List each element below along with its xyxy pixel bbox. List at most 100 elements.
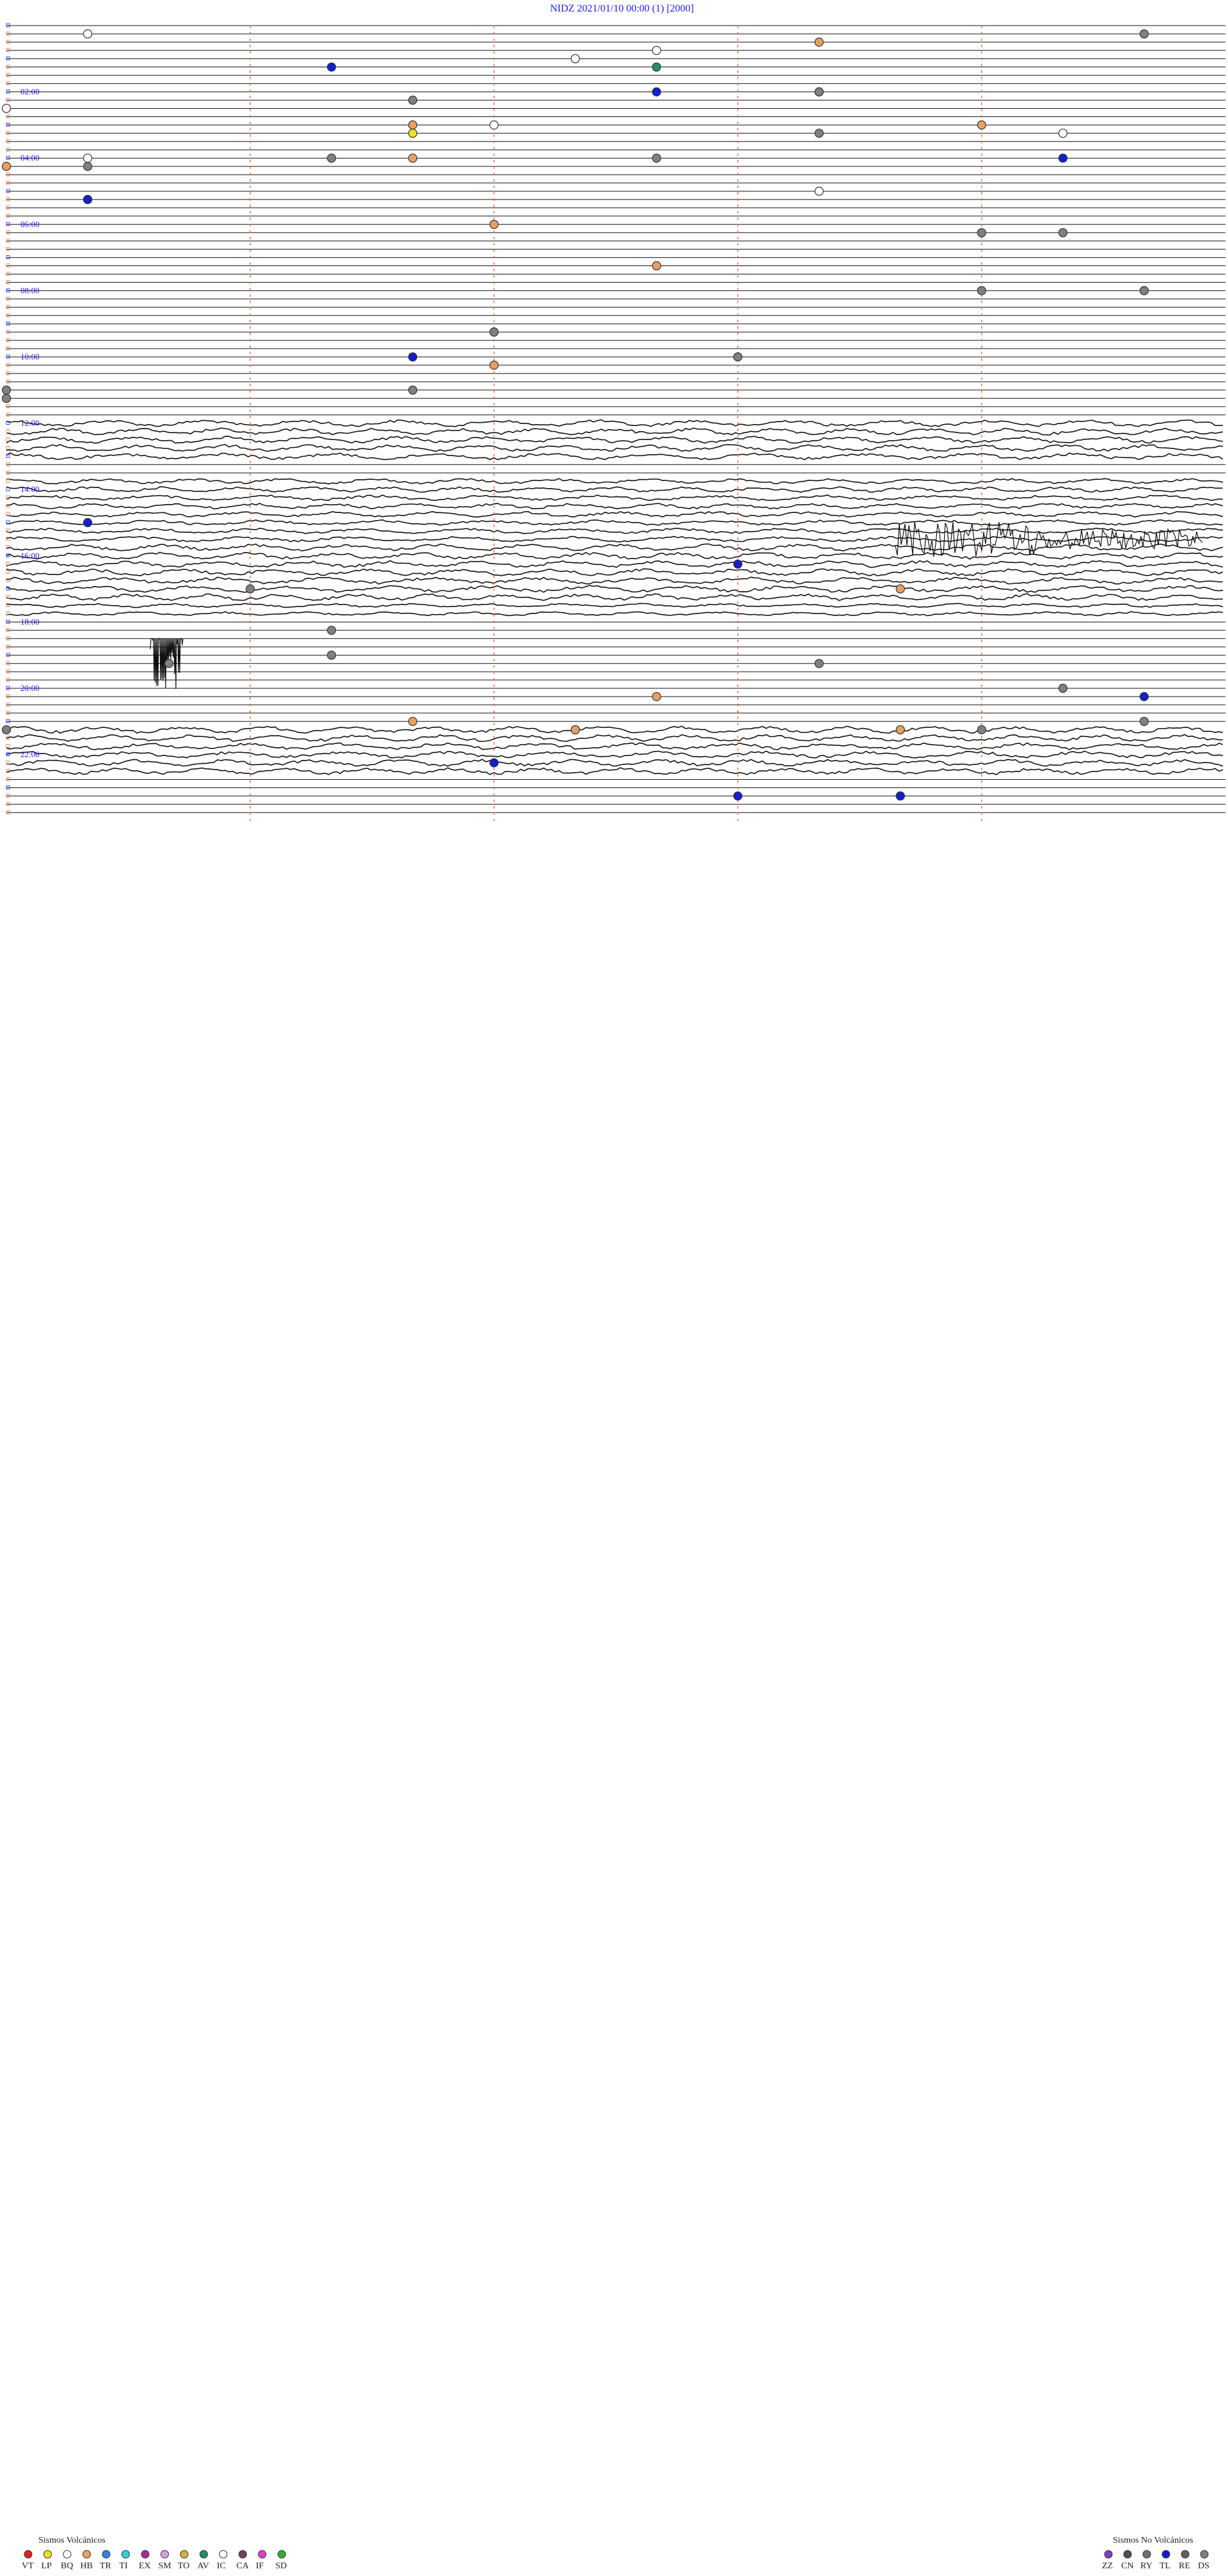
legend-nonvolcanic-title: Sismos No Volcánicos xyxy=(1113,2536,1193,2545)
event-marker-ds xyxy=(327,154,336,163)
event-marker-ds xyxy=(408,95,418,105)
trace-row-63 xyxy=(6,543,1224,552)
trace-row-58 xyxy=(6,502,1224,510)
legend-dot-sd xyxy=(278,2550,286,2559)
legend-code-sd: SD xyxy=(276,2561,287,2571)
event-marker-ds xyxy=(733,352,743,362)
legend-dot-vt xyxy=(24,2550,33,2559)
event-marker-ds xyxy=(1058,683,1068,693)
time-label: 12:00 xyxy=(20,418,40,428)
event-marker-hb xyxy=(652,261,661,271)
event-marker-ic xyxy=(1,104,12,113)
row-tick-49 xyxy=(6,429,10,433)
event-marker-ds xyxy=(977,725,986,734)
legend-dot-bq xyxy=(63,2550,72,2559)
trace-row-69 xyxy=(6,593,1224,601)
legend-code-hb: HB xyxy=(81,2561,93,2571)
legend-code-sm: SM xyxy=(159,2561,172,2571)
trace-row-60 xyxy=(6,519,1224,526)
time-labels: 02:00 04:00 06:00 08:00 10:00 12:00 14:00 16:00… xyxy=(20,87,40,759)
time-label: 20:00 xyxy=(20,683,40,693)
trace-row-57 xyxy=(6,494,1224,502)
event-marker-hb xyxy=(895,584,905,594)
event-marker-tl xyxy=(895,791,905,801)
trace-row-90 xyxy=(6,767,1224,775)
legend-dot-zz xyxy=(1104,2550,1113,2559)
trace-row-59 xyxy=(6,510,1224,518)
legend-code-if: IF xyxy=(256,2561,264,2571)
event-marker-ds xyxy=(814,87,824,97)
event-marker-lp xyxy=(408,129,418,138)
trace-row-67 xyxy=(6,576,1224,585)
event-marker-tl xyxy=(489,758,499,768)
event-marker-ds xyxy=(1058,228,1068,237)
legend-code-bq: BQ xyxy=(61,2561,73,2571)
time-label: 16:00 xyxy=(20,551,40,560)
legend-code-vt: VT xyxy=(22,2561,34,2571)
row-tick-55 xyxy=(6,478,10,483)
trace-row-66 xyxy=(6,568,1224,576)
trace-row-65 xyxy=(6,560,1224,568)
event-marker-tl xyxy=(733,559,743,569)
event-marker-ds xyxy=(1139,286,1149,296)
legend-dot-ic xyxy=(219,2550,228,2559)
event-marker-hb xyxy=(652,691,661,702)
trace-row-52 xyxy=(6,452,1224,461)
row-tick-66 xyxy=(6,570,10,574)
event-marker-av xyxy=(652,62,661,72)
event-marker-hb xyxy=(814,37,824,47)
event-marker-tl xyxy=(733,791,743,801)
event-marker-tl xyxy=(652,87,661,97)
trace-row-55 xyxy=(6,478,1224,485)
legend: Sismos Volcánicos Sismos No Volcánicos V… xyxy=(22,2536,1209,2571)
event-marker-tl xyxy=(83,194,93,204)
event-marker-hb xyxy=(571,725,580,734)
legend-code-av: AV xyxy=(198,2561,209,2571)
legend-dot-av xyxy=(200,2550,208,2559)
trace-row-64 xyxy=(6,551,1224,560)
legend-code-ds: DS xyxy=(1198,2561,1209,2571)
legend-code-lp: LP xyxy=(42,2561,52,2571)
legend-code-ic: IC xyxy=(217,2561,226,2571)
event-marker-ds xyxy=(164,659,174,668)
legend-code-tl: TL xyxy=(1160,2561,1170,2571)
trace-row-50 xyxy=(6,436,1224,444)
trace-row-56 xyxy=(6,486,1224,493)
event-marker-ds xyxy=(1,393,12,403)
legend-dot-re xyxy=(1181,2550,1190,2559)
trace-row-70 xyxy=(6,603,1224,608)
event-marker-ds xyxy=(977,286,986,296)
event-marker-hb xyxy=(1,162,12,171)
legend-dot-lp xyxy=(43,2550,52,2559)
event-marker-ds xyxy=(327,651,336,660)
event-marker-ds xyxy=(246,584,255,594)
event-marker-tl xyxy=(83,518,93,528)
trace-row-51 xyxy=(6,444,1224,452)
trace-row-89 xyxy=(6,759,1224,767)
event-marker-ds xyxy=(977,228,986,237)
row-tick-50 xyxy=(6,438,10,441)
time-label: 22:00 xyxy=(20,750,40,759)
time-label: 18:00 xyxy=(20,617,40,626)
legend-dot-ti xyxy=(122,2550,130,2559)
event-marker-ic xyxy=(571,54,580,63)
trace-row-71 xyxy=(6,611,1224,617)
legend-dot-ds xyxy=(1200,2550,1209,2559)
event-marker-ds xyxy=(1,385,12,395)
trace-row-49 xyxy=(6,427,1224,436)
legend-dot-to xyxy=(180,2550,189,2559)
legend-code-ry: RY xyxy=(1140,2561,1153,2571)
event-marker-ds xyxy=(814,129,824,138)
event-marker-hb xyxy=(895,725,905,734)
event-marker-hb xyxy=(977,120,986,130)
event-marker-ic xyxy=(1058,129,1068,138)
legend-dot-cn xyxy=(1123,2550,1132,2559)
time-label: 10:00 xyxy=(20,352,40,361)
trace-row-61 xyxy=(6,527,1224,535)
legend-dot-sm xyxy=(161,2550,169,2559)
legend-dot-tl xyxy=(1161,2550,1170,2559)
trace-row-85 xyxy=(6,725,1224,734)
event-marker-ds xyxy=(1139,29,1149,39)
legend-dot-hb xyxy=(83,2550,91,2559)
time-label: 04:00 xyxy=(20,153,40,162)
